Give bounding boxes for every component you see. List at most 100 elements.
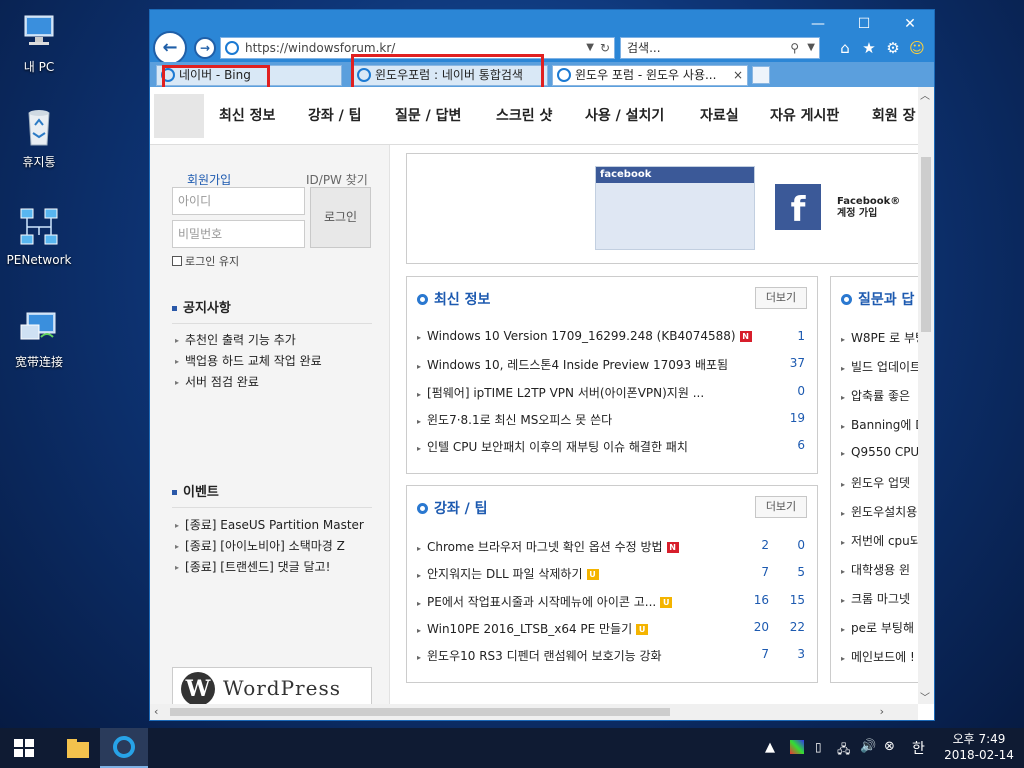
- qa-row[interactable]: ▸ 저번에 cpu되: [841, 532, 918, 552]
- color-tray-icon[interactable]: [790, 740, 804, 754]
- qa-row[interactable]: ▸ Q9550 CPU: [841, 445, 918, 465]
- wordpress-banner[interactable]: W WordPress: [172, 667, 372, 704]
- internet-explorer-taskbar-button[interactable]: [100, 728, 148, 768]
- search-box[interactable]: 검색... ⚲ ▼: [620, 37, 820, 59]
- favorites-star-icon[interactable]: ★: [859, 39, 879, 57]
- site-menu: 최신 정보 강좌 / 팁 질문 / 답변 스크린 샷 사용 / 설치기 자료실 …: [150, 87, 918, 145]
- wordpress-logo-icon: W: [181, 672, 215, 704]
- desktop-icon-broadband[interactable]: 宽带连接: [6, 305, 72, 370]
- address-text: https://windowsforum.kr/: [245, 41, 396, 55]
- latest-row[interactable]: ▸ [펌웨어] ipTIME L2TP VPN 서버(아이폰VPN)지원 ...: [417, 384, 704, 404]
- home-icon[interactable]: ⌂: [835, 39, 855, 57]
- menu-free-board[interactable]: 자유 게시판: [770, 105, 839, 125]
- feedback-smiley-icon[interactable]: ☺: [907, 39, 927, 57]
- menu-files[interactable]: 자료실: [700, 105, 739, 125]
- qa-row[interactable]: ▸ 빌드 업데이트: [841, 358, 918, 378]
- qa-row[interactable]: ▸ 크롬 마그넷: [841, 590, 910, 610]
- address-dropdown-icon[interactable]: ▼: [586, 38, 594, 58]
- search-icon[interactable]: ⚲: [790, 38, 799, 58]
- latest-row[interactable]: ▸ Windows 10, 레드스톤4 Inside Preview 17093 …: [417, 356, 728, 376]
- tips-row[interactable]: ▸ Chrome 브라우저 마그넷 확인 옵션 수정 방법 N: [417, 538, 679, 558]
- scroll-up-icon[interactable]: ︿: [920, 87, 930, 102]
- menu-screenshot[interactable]: 스크린 샷: [496, 105, 552, 125]
- event-item[interactable]: [종료] [트랜센드] 댓글 달고!: [175, 558, 330, 575]
- event-item[interactable]: [종료] EaseUS Partition Master: [175, 516, 364, 533]
- minimize-button[interactable]: —: [795, 12, 841, 36]
- refresh-icon[interactable]: ↻: [600, 38, 610, 58]
- clock[interactable]: 오후 7:49 2018-02-14: [938, 731, 1020, 763]
- vertical-scrollbar[interactable]: ︿ ﹀: [918, 87, 934, 704]
- forward-button[interactable]: →: [194, 37, 216, 59]
- computer-icon: [17, 10, 61, 54]
- login-button[interactable]: 로그인: [310, 187, 371, 248]
- event-heading: 이벤트: [172, 481, 219, 500]
- qa-row[interactable]: ▸ 대학생용 윈: [841, 561, 910, 581]
- tab-windowsforum[interactable]: 윈도우 포럼 - 윈도우 사용... ×: [552, 65, 748, 86]
- search-dropdown-icon[interactable]: ▼: [807, 38, 815, 58]
- qa-row[interactable]: ▸ 메인보드에 !: [841, 648, 915, 668]
- facebook-banner[interactable]: facebook f Facebook® 계정 가입: [406, 153, 918, 264]
- close-button[interactable]: ✕: [887, 12, 933, 36]
- site-logo[interactable]: [154, 94, 204, 138]
- qa-row[interactable]: ▸ 압축률 좋은: [841, 387, 910, 407]
- latest-title: 최신 정보: [417, 289, 490, 309]
- internet-explorer-icon: [113, 736, 135, 758]
- keep-login[interactable]: 로그인 유지: [172, 253, 239, 269]
- notice-item[interactable]: 추천인 출력 기능 추가: [175, 331, 296, 348]
- ime-indicator[interactable]: 한: [912, 738, 925, 758]
- notice-item[interactable]: 백업용 하드 교체 작업 완료: [175, 352, 322, 369]
- notice-item[interactable]: 서버 점검 완료: [175, 373, 259, 390]
- vertical-scroll-thumb[interactable]: [921, 157, 931, 332]
- desktop-icon-this-pc[interactable]: 내 PC: [6, 10, 72, 75]
- file-explorer-icon[interactable]: [58, 734, 98, 764]
- signup-link[interactable]: 회원가입: [187, 171, 231, 188]
- horizontal-scrollbar[interactable]: ‹ ›: [150, 704, 918, 720]
- menu-install[interactable]: 사용 / 설치기: [585, 105, 664, 125]
- usb-icon[interactable]: ▯: [815, 740, 822, 754]
- event-item[interactable]: [종료] [아이노비아] 소택마경 Z: [175, 537, 345, 554]
- notification-cross-icon[interactable]: ⊗: [884, 739, 895, 754]
- tips-row[interactable]: ▸ PE에서 작업표시줄과 시작메뉴에 아이콘 고... U: [417, 593, 673, 613]
- qa-row[interactable]: ▸ 윈도우설치용: [841, 503, 917, 523]
- view-count: 7: [761, 647, 769, 661]
- tips-more-button[interactable]: 더보기: [755, 496, 807, 518]
- maximize-button[interactable]: ☐: [841, 12, 887, 36]
- back-button[interactable]: ←: [153, 31, 187, 65]
- latest-row[interactable]: ▸ 인텔 CPU 보안패치 이후의 재부팅 이슈 해결한 패치: [417, 438, 688, 458]
- qa-row[interactable]: ▸ 윈도우 업뎃: [841, 474, 910, 494]
- gear-icon[interactable]: ⚙: [883, 39, 903, 57]
- tab-close-icon[interactable]: ×: [733, 66, 743, 85]
- scroll-right-icon[interactable]: ›: [880, 705, 884, 718]
- menu-members[interactable]: 회원 장: [872, 105, 916, 125]
- menu-tips[interactable]: 강좌 / 팁: [308, 105, 362, 125]
- id-input[interactable]: 아이디: [172, 187, 305, 215]
- network-icon: [17, 205, 61, 249]
- tray-icon[interactable]: ▲: [765, 740, 775, 755]
- comment-count: 6: [797, 438, 805, 452]
- tips-row[interactable]: ▸ 윈도우10 RS3 디펜더 랜섬웨어 보호기능 강화: [417, 647, 662, 667]
- facebook-widget: facebook: [595, 166, 755, 250]
- qa-row[interactable]: ▸ pe로 부팅해: [841, 619, 914, 639]
- menu-qa[interactable]: 질문 / 답변: [395, 105, 461, 125]
- menu-latest[interactable]: 최신 정보: [219, 105, 275, 125]
- tips-row[interactable]: ▸ Win10PE 2016_LTSB_x64 PE 만들기 U: [417, 620, 649, 640]
- desktop-icon-penetwork[interactable]: PENetwork: [6, 205, 72, 267]
- latest-row[interactable]: ▸ Windows 10 Version 1709_16299.248 (KB40…: [417, 329, 752, 349]
- volume-icon[interactable]: 🔊: [860, 739, 876, 754]
- scroll-down-icon[interactable]: ﹀: [920, 689, 930, 704]
- qa-row[interactable]: ▸W8PE 로 부팅: [841, 329, 918, 349]
- keep-login-checkbox[interactable]: [172, 256, 182, 266]
- horizontal-scroll-thumb[interactable]: [170, 708, 670, 716]
- new-tab-button[interactable]: [752, 66, 770, 84]
- qa-title: 질문과 답: [841, 289, 914, 309]
- password-input[interactable]: 비밀번호: [172, 220, 305, 248]
- latest-more-button[interactable]: 더보기: [755, 287, 807, 309]
- scroll-left-icon[interactable]: ‹: [154, 705, 158, 718]
- find-account-link[interactable]: ID/PW 찾기: [306, 171, 368, 188]
- latest-row[interactable]: ▸ 윈도7·8.1로 최신 MS오피스 못 쓴다: [417, 411, 612, 431]
- start-button[interactable]: [14, 739, 34, 760]
- desktop-icon-recycle-bin[interactable]: 휴지통: [6, 105, 72, 170]
- qa-row[interactable]: ▸ Banning에 D: [841, 416, 918, 436]
- tips-row[interactable]: ▸ 안지워지는 DLL 파일 삭제하기 U: [417, 565, 599, 585]
- network-tray-icon[interactable]: 🖧: [837, 740, 850, 761]
